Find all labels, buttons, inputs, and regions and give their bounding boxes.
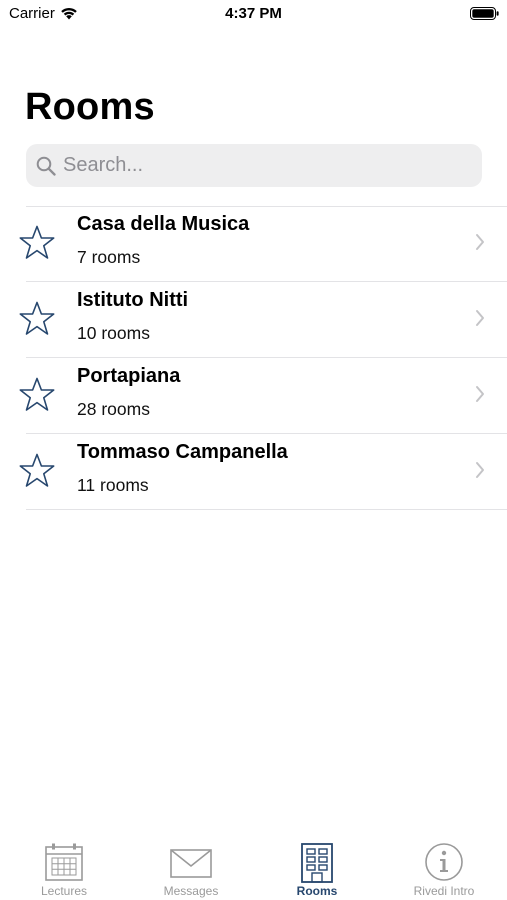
tab-rooms[interactable]: Rooms — [267, 830, 367, 900]
tab-messages[interactable]: Messages — [141, 830, 241, 900]
chevron-right-icon — [476, 462, 484, 478]
calendar-icon — [45, 843, 83, 881]
star-icon[interactable] — [18, 376, 56, 414]
room-name: Istituto Nitti — [77, 289, 189, 311]
search-icon — [36, 156, 56, 176]
building-icon — [301, 843, 333, 883]
room-count: 28 rooms — [77, 399, 150, 419]
tab-label: Rooms — [296, 884, 338, 898]
room-name: Tommaso Campanella — [77, 441, 288, 463]
room-count: 10 rooms — [77, 323, 150, 343]
room-name: Casa della Musica — [77, 213, 250, 235]
tab-label: Messages — [163, 884, 219, 898]
star-icon[interactable] — [18, 300, 56, 338]
star-icon[interactable] — [18, 452, 56, 490]
tab-label: Rivedi Intro — [413, 884, 475, 898]
chevron-right-icon — [476, 310, 484, 326]
info-icon — [425, 843, 463, 881]
tab-rivedi-intro[interactable]: Rivedi Intro — [394, 830, 494, 900]
room-row[interactable]: Portapiana 28 rooms — [19, 358, 507, 434]
status-bar: Carrier 4:37 PM — [0, 0, 507, 28]
search-bar[interactable] — [26, 144, 482, 187]
page-title: Rooms — [25, 86, 155, 128]
tab-bar: Lectures Messages Rooms Rivedi Intro — [0, 830, 507, 900]
room-row[interactable]: Casa della Musica 7 rooms — [19, 206, 507, 282]
chevron-right-icon — [476, 234, 484, 250]
room-count: 7 rooms — [77, 247, 141, 267]
room-name: Portapiana — [77, 365, 181, 387]
tab-lectures[interactable]: Lectures — [14, 830, 114, 900]
room-row[interactable]: Tommaso Campanella 11 rooms — [19, 434, 507, 510]
envelope-icon — [170, 849, 212, 878]
clock: 4:37 PM — [225, 5, 282, 22]
chevron-right-icon — [476, 386, 484, 402]
battery-icon — [470, 7, 499, 20]
room-count: 11 rooms — [77, 475, 149, 495]
room-row[interactable]: Istituto Nitti 10 rooms — [19, 282, 507, 358]
search-input[interactable] — [63, 154, 453, 177]
tab-label: Lectures — [40, 884, 88, 898]
room-list: Casa della Musica 7 rooms Istituto Nitti… — [0, 206, 507, 510]
star-icon[interactable] — [18, 224, 56, 262]
